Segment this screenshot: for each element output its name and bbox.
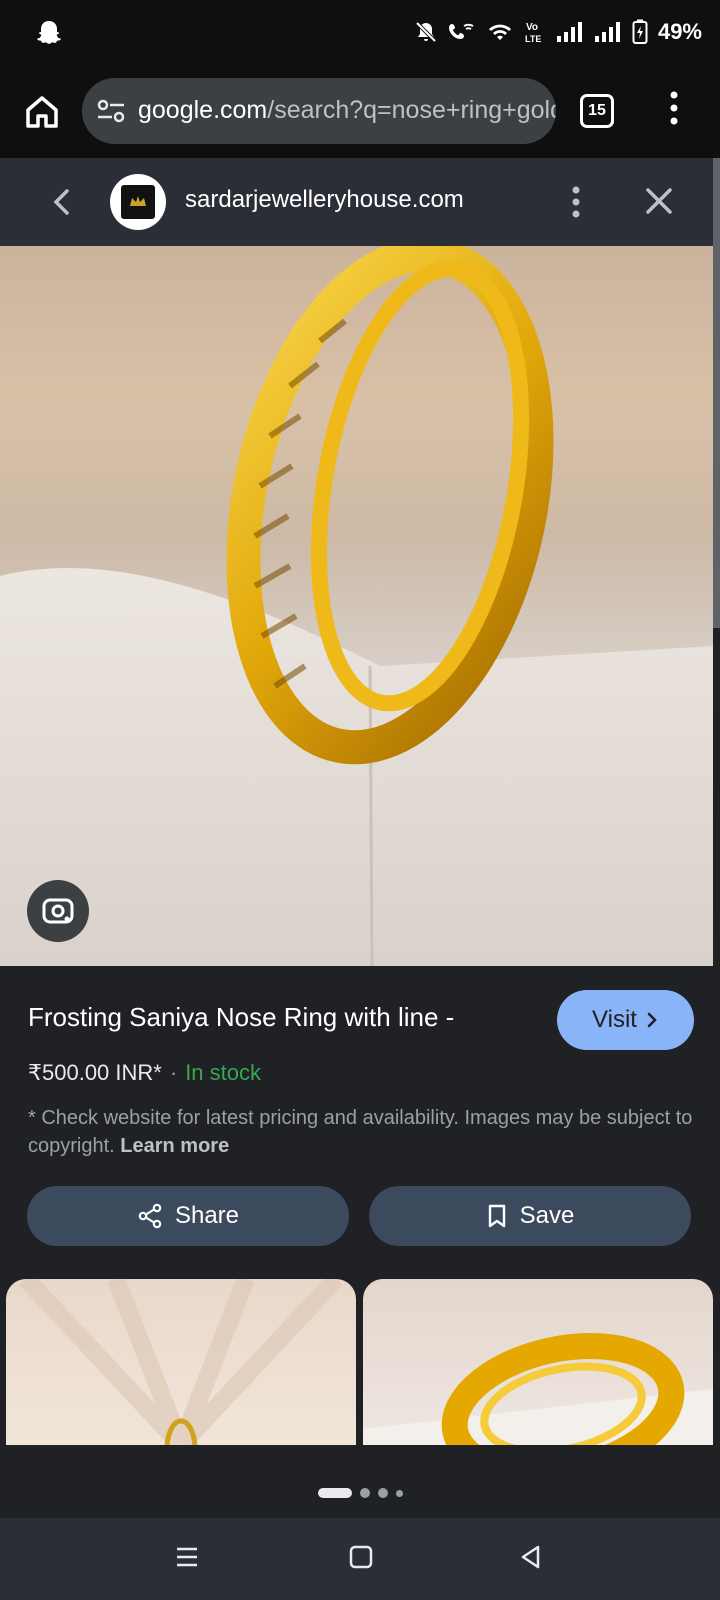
share-label: Share bbox=[174, 1202, 240, 1229]
share-icon bbox=[138, 1203, 162, 1229]
learn-more-link[interactable]: Learn more bbox=[120, 1135, 229, 1157]
home-nav-icon[interactable] bbox=[348, 1544, 374, 1570]
carousel-dot bbox=[318, 1488, 352, 1498]
browser-menu-icon[interactable] bbox=[668, 90, 680, 126]
visit-button[interactable]: Visit bbox=[557, 990, 694, 1050]
price-line: ₹500.00 INR* · In stock bbox=[28, 1060, 261, 1086]
back-arrow-icon[interactable] bbox=[46, 184, 78, 220]
battery-percent: 49% bbox=[657, 19, 702, 44]
product-title[interactable]: Frosting Saniya Nose Ring with line - bbox=[28, 1002, 454, 1033]
visit-label: Visit bbox=[592, 1006, 637, 1033]
carousel-indicator bbox=[318, 1488, 403, 1498]
svg-text:LTE: LTE bbox=[525, 34, 541, 44]
share-button[interactable]: Share bbox=[27, 1186, 349, 1246]
disclaimer: * Check website for latest pricing and a… bbox=[28, 1104, 698, 1160]
ring-illustration bbox=[0, 246, 713, 966]
browser-toolbar: google.com/search?q=nose+ring+gold& 15 bbox=[0, 64, 720, 158]
recent-apps-icon[interactable] bbox=[174, 1544, 200, 1570]
url-text[interactable]: google.com/search?q=nose+ring+gold& bbox=[138, 96, 556, 125]
status-icons: Vo LTE 49% bbox=[414, 14, 702, 50]
close-icon[interactable] bbox=[644, 186, 674, 216]
source-header: sardarjewelleryhouse.com bbox=[0, 158, 720, 246]
related-image-1[interactable] bbox=[6, 1279, 356, 1445]
signal-icon-1 bbox=[556, 22, 582, 42]
price-separator: · bbox=[169, 1060, 178, 1085]
related-ring-image-2 bbox=[363, 1333, 713, 1445]
url-path: /search?q=nose+ring+gold& bbox=[267, 96, 556, 124]
carousel-dot bbox=[378, 1488, 388, 1498]
back-nav-icon[interactable] bbox=[518, 1544, 544, 1570]
battery-charging-icon bbox=[632, 19, 648, 44]
url-host: google.com bbox=[138, 96, 268, 124]
site-settings-icon[interactable] bbox=[96, 98, 126, 124]
tab-switcher-button[interactable]: 15 bbox=[580, 94, 614, 128]
save-button[interactable]: Save bbox=[369, 1186, 691, 1246]
lens-search-button[interactable] bbox=[27, 880, 89, 942]
more-options-icon[interactable] bbox=[570, 184, 582, 220]
stock-status: In stock bbox=[185, 1060, 261, 1085]
bell-off-icon bbox=[415, 21, 437, 43]
status-bar: Vo LTE 49% bbox=[0, 0, 720, 64]
page-scrollbar[interactable] bbox=[713, 158, 720, 628]
related-image-2[interactable] bbox=[363, 1279, 713, 1445]
chevron-right-icon bbox=[647, 1012, 657, 1028]
snapchat-icon bbox=[37, 21, 61, 44]
crown-logo-icon bbox=[121, 185, 155, 219]
bookmark-icon bbox=[488, 1204, 505, 1228]
product-image[interactable] bbox=[0, 246, 713, 966]
system-nav-bar bbox=[0, 1518, 720, 1600]
home-icon[interactable] bbox=[22, 92, 62, 132]
svg-text:Vo: Vo bbox=[526, 22, 538, 33]
google-lens-icon bbox=[42, 898, 74, 924]
site-favicon bbox=[110, 174, 166, 230]
wifi-icon bbox=[488, 24, 511, 40]
carousel-dot bbox=[396, 1489, 403, 1497]
wifi-call-icon bbox=[448, 23, 474, 39]
signal-icon-2 bbox=[594, 22, 620, 42]
volte-icon: Vo LTE bbox=[525, 22, 541, 44]
address-bar[interactable]: google.com/search?q=nose+ring+gold& bbox=[82, 78, 556, 144]
price: ₹500.00 INR* bbox=[28, 1060, 162, 1085]
related-ring-image-1 bbox=[19, 1279, 343, 1445]
save-label: Save bbox=[519, 1202, 575, 1229]
carousel-dot bbox=[360, 1488, 370, 1498]
source-site-name[interactable]: sardarjewelleryhouse.com bbox=[185, 186, 464, 214]
